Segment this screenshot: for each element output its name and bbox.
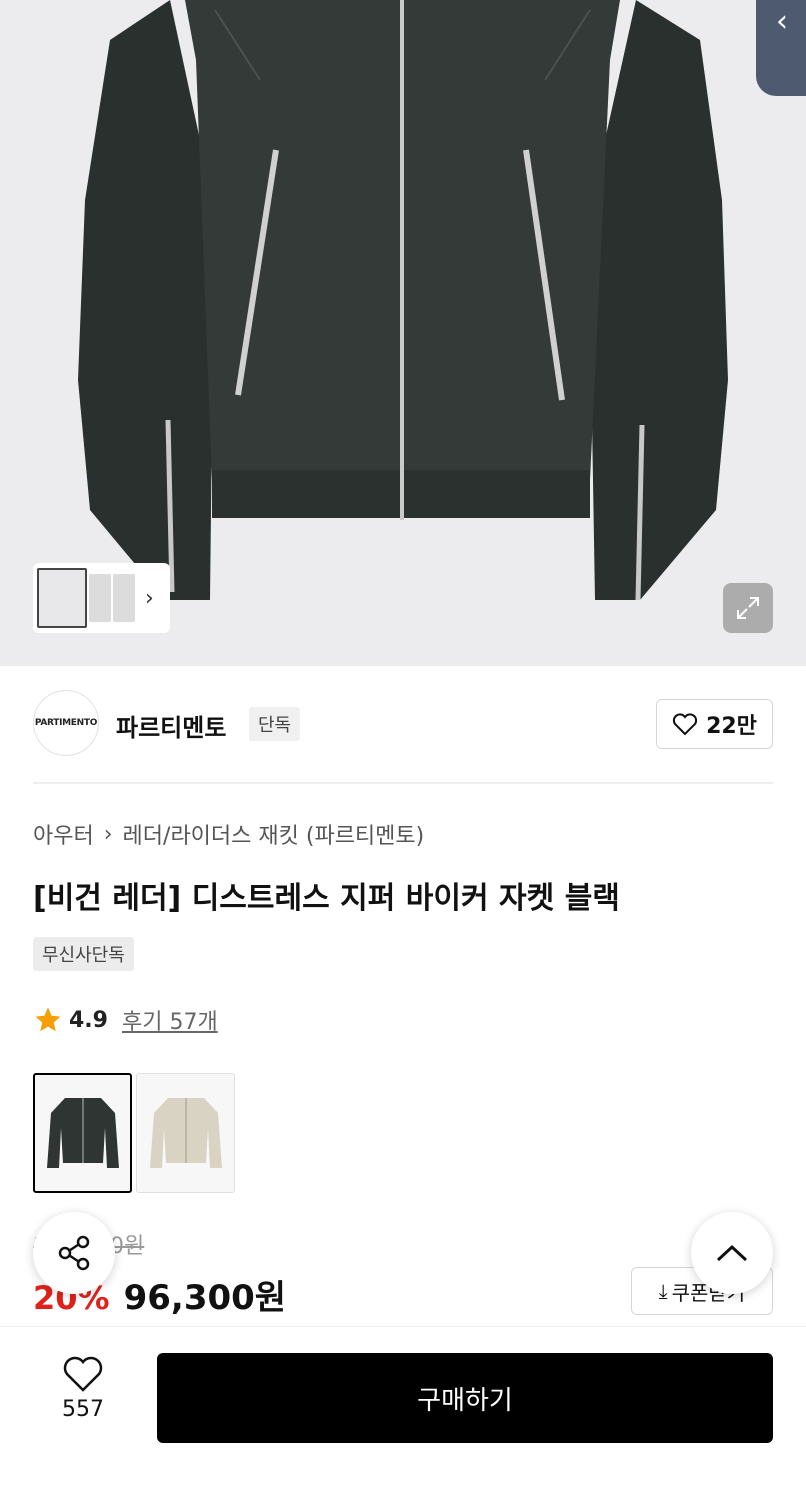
chevron-up-icon [716, 1244, 748, 1262]
expand-image-button[interactable] [723, 583, 773, 633]
brand-like-button[interactable]: 22만 [656, 699, 773, 749]
product-title: [비건 레더] 디스트레스 지퍼 바이커 자켓 블랙 [33, 881, 620, 916]
scroll-top-button[interactable] [691, 1212, 773, 1294]
reviews-link[interactable]: 후기 57개 [122, 1004, 218, 1036]
exclusive-badge: 무신사단독 [33, 937, 134, 971]
product-image[interactable]: ‹ › [0, 0, 806, 666]
wishlist-count: 557 [62, 1397, 104, 1422]
heart-icon [63, 1356, 103, 1392]
color-option-beige[interactable] [136, 1073, 235, 1193]
divider [33, 782, 773, 784]
beige-jacket-thumbnail [149, 1098, 222, 1168]
chevron-right-icon: › [103, 821, 113, 847]
breadcrumb-category[interactable]: 아우터 [33, 818, 94, 850]
brand-exclusive-tag: 단독 [249, 707, 301, 741]
brand-name[interactable]: 파르티멘토 [116, 708, 226, 743]
sale-price: 96,300원 [123, 1278, 287, 1318]
thumbnail-back[interactable] [113, 574, 135, 622]
image-thumbnail-strip[interactable]: › [33, 563, 170, 633]
color-option-black[interactable] [33, 1073, 132, 1193]
breadcrumb-subcategory[interactable]: 레더/라이더스 재킷 (파르티멘토) [123, 818, 425, 850]
heart-icon [672, 713, 698, 736]
rating-row: 4.9 후기 57개 [33, 1004, 218, 1036]
thumbnail-side[interactable] [89, 574, 111, 622]
expand-icon [737, 597, 759, 619]
scroll-to-top-tab[interactable]: ‹ [756, 0, 806, 96]
color-options [33, 1073, 235, 1193]
brand-like-count: 22만 [706, 714, 757, 739]
star-icon [35, 1007, 61, 1032]
wishlist-button[interactable]: 557 [40, 1355, 126, 1422]
buy-button[interactable]: 구매하기 [157, 1353, 773, 1443]
breadcrumb: 아우터 › 레더/라이더스 재킷 (파르티멘토) [33, 818, 424, 850]
black-jacket-thumbnail [46, 1098, 119, 1168]
chevron-icon: ‹ [776, 4, 788, 39]
share-icon [58, 1235, 90, 1271]
rating-score: 4.9 [69, 1007, 108, 1033]
bottom-purchase-bar: 557 구매하기 [0, 1326, 806, 1500]
download-icon: ⤓ [658, 1279, 668, 1303]
share-button[interactable] [33, 1212, 115, 1294]
brand-row: PARTIMENTO 파르티멘토 단독 22만 [33, 690, 773, 758]
chevron-right-icon[interactable]: › [145, 586, 154, 611]
thumbnail-front[interactable] [37, 568, 87, 628]
brand-logo[interactable]: PARTIMENTO [33, 690, 99, 756]
